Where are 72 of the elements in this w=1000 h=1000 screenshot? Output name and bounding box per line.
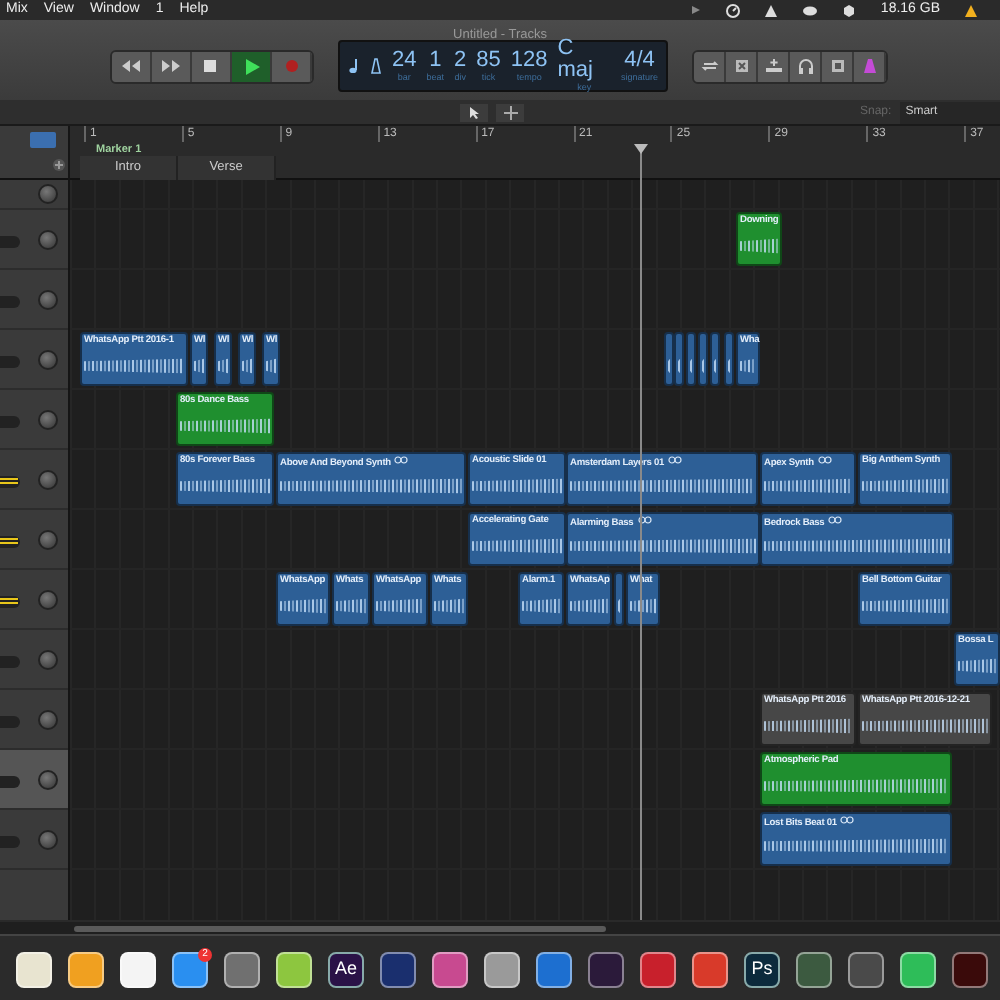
track-region[interactable] xyxy=(698,332,708,386)
pan-knob[interactable] xyxy=(38,650,58,670)
note-icon xyxy=(348,58,360,74)
ps-app-icon[interactable]: Ps xyxy=(744,951,780,987)
cycle-button[interactable] xyxy=(694,51,726,81)
pan-knob[interactable] xyxy=(38,290,58,310)
pan-knob[interactable] xyxy=(38,230,58,250)
triangle-icon[interactable] xyxy=(764,3,779,17)
lcd-value: 1 xyxy=(429,49,442,72)
ae-app-icon[interactable]: Ae xyxy=(328,951,364,987)
pan-knob[interactable] xyxy=(38,184,58,204)
stop-icon xyxy=(200,58,222,74)
volume-slider[interactable] xyxy=(0,656,20,668)
track-region[interactable] xyxy=(674,332,684,386)
square-x-icon xyxy=(731,58,751,74)
pan-knob[interactable] xyxy=(38,710,58,730)
rewind-icon xyxy=(120,58,142,74)
volume-slider[interactable] xyxy=(0,416,20,428)
lcd-value: 2 xyxy=(454,49,467,72)
record-icon xyxy=(283,58,299,74)
horizontal-scrollbar[interactable] xyxy=(74,926,606,932)
track-region[interactable] xyxy=(686,332,696,386)
lcd-value: 24 xyxy=(392,49,417,72)
square-icon xyxy=(827,58,847,74)
fast-forward-icon xyxy=(160,58,182,74)
volume-slider[interactable] xyxy=(0,836,20,848)
metronome-button[interactable] xyxy=(854,51,886,81)
track-header[interactable] xyxy=(0,180,68,210)
crosshair-icon xyxy=(503,106,517,120)
volume-slider[interactable] xyxy=(0,296,20,308)
pan-knob[interactable] xyxy=(38,770,58,790)
crosshair-tool-button[interactable] xyxy=(496,104,524,122)
square-button[interactable] xyxy=(822,51,854,81)
gauge-icon[interactable] xyxy=(726,3,741,17)
pan-knob[interactable] xyxy=(38,590,58,610)
bar-plus-button[interactable] xyxy=(758,51,790,81)
volume-slider[interactable] xyxy=(0,236,20,248)
lcd-value: C maj xyxy=(557,38,595,83)
global-tracks-button[interactable] xyxy=(30,132,56,148)
cloud-icon[interactable] xyxy=(802,4,819,16)
lcd-value: 4/4 xyxy=(624,49,655,72)
pan-knob[interactable] xyxy=(38,830,58,850)
pan-knob[interactable] xyxy=(38,470,58,490)
fast-forward-button[interactable] xyxy=(152,51,192,81)
lcd-value: 128 xyxy=(510,49,548,72)
track-region[interactable] xyxy=(710,332,720,386)
volume-slider[interactable] xyxy=(0,776,20,788)
pan-knob[interactable] xyxy=(38,530,58,550)
play-icon[interactable] xyxy=(690,4,703,16)
rewind-button[interactable] xyxy=(112,51,152,81)
track-region[interactable] xyxy=(724,332,734,386)
pointer-icon xyxy=(468,106,480,120)
track-region[interactable] xyxy=(614,572,624,626)
headphones-icon xyxy=(795,58,815,74)
square-x-button[interactable] xyxy=(726,51,758,81)
play-icon xyxy=(241,57,261,75)
cycle-icon xyxy=(699,58,719,74)
metronome-icon xyxy=(370,58,382,74)
stop-button[interactable] xyxy=(192,51,232,81)
headphones-button[interactable] xyxy=(790,51,822,81)
bar-plus-icon xyxy=(763,58,783,74)
volume-slider[interactable] xyxy=(0,356,20,368)
pointer-tool-button[interactable] xyxy=(460,104,488,122)
track-header[interactable] xyxy=(0,750,68,810)
volume-slider[interactable] xyxy=(0,716,20,728)
pan-knob[interactable] xyxy=(38,350,58,370)
play-button[interactable] xyxy=(232,51,272,81)
metronome-icon xyxy=(859,58,879,74)
lcd-value: 85 xyxy=(476,49,501,72)
pan-knob[interactable] xyxy=(38,410,58,430)
playhead-handle[interactable] xyxy=(634,144,648,154)
add-track-icon[interactable] xyxy=(52,158,66,172)
